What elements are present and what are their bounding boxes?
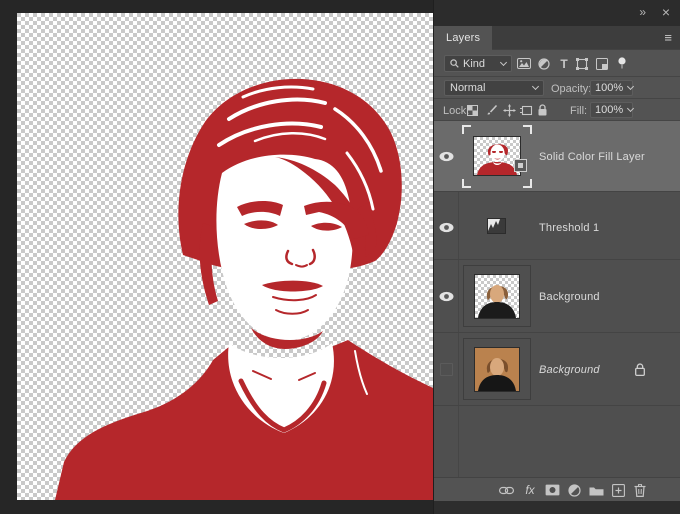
- kind-filter-dropdown[interactable]: Kind: [444, 55, 512, 72]
- kind-filter-value: Kind: [463, 58, 497, 70]
- blend-mode-value: Normal: [450, 82, 529, 94]
- chevron-down-icon: [532, 83, 539, 90]
- new-layer-icon[interactable]: [610, 483, 626, 497]
- photoshop-window: » × Layers ≡ Kind T: [0, 0, 680, 514]
- layer-lock-icon: [634, 363, 646, 377]
- visibility-eye-icon[interactable]: [439, 222, 454, 233]
- lock-artboard-icon[interactable]: [519, 103, 534, 117]
- chevron-down-icon: [627, 83, 634, 90]
- adjustment-layer-filter-icon[interactable]: [536, 56, 552, 71]
- layer-thumbnail[interactable]: [474, 274, 520, 319]
- opacity-value: 100%: [595, 82, 623, 94]
- shape-layer-filter-icon[interactable]: [574, 56, 590, 71]
- new-group-icon[interactable]: [588, 483, 604, 497]
- layer-row-background-copy[interactable]: Background: [434, 260, 680, 333]
- visibility-eye-icon[interactable]: [439, 151, 454, 162]
- opacity-field[interactable]: 100%: [590, 80, 633, 96]
- lock-pixels-brush-icon[interactable]: [484, 103, 499, 117]
- smart-object-filter-icon[interactable]: [594, 56, 610, 71]
- blend-mode-dropdown[interactable]: Normal: [444, 80, 544, 96]
- threshold-portrait-image: [17, 13, 433, 500]
- frame-corner: [523, 125, 532, 134]
- layer-row-background-locked[interactable]: Background: [434, 333, 680, 406]
- fill-label: Fill:: [570, 104, 587, 118]
- link-layers-icon[interactable]: [498, 483, 514, 497]
- layer-row-solid-color-fill[interactable]: Solid Color Fill Layer: [434, 121, 680, 192]
- fill-value: 100%: [595, 104, 623, 116]
- lock-transparency-icon[interactable]: [465, 103, 480, 117]
- layer-name[interactable]: Background: [539, 291, 600, 303]
- fill-field[interactable]: 100%: [590, 102, 633, 118]
- opacity-label: Opacity:: [551, 82, 591, 96]
- panel-tab-bar: Layers ≡: [434, 26, 680, 50]
- tab-layers[interactable]: Layers: [434, 26, 492, 50]
- lock-all-icon[interactable]: [535, 103, 550, 117]
- threshold-adjustment-icon[interactable]: [487, 218, 506, 234]
- layer-row-threshold[interactable]: Threshold 1: [434, 192, 680, 260]
- close-panel-icon[interactable]: ×: [662, 4, 670, 20]
- document-canvas[interactable]: [17, 13, 433, 500]
- add-mask-icon[interactable]: [544, 483, 560, 497]
- layer-thumbnail-frame: [463, 338, 531, 400]
- chevron-down-icon: [500, 58, 507, 65]
- pixel-layer-filter-icon[interactable]: [516, 56, 532, 71]
- visibility-eye-icon[interactable]: [439, 291, 454, 302]
- layer-thumbnail-selection-frame: [462, 125, 532, 188]
- panel-menu-icon[interactable]: ≡: [664, 30, 672, 45]
- panel-bottom-edge: [434, 501, 680, 514]
- layer-name[interactable]: Solid Color Fill Layer: [539, 151, 645, 163]
- chevron-down-icon: [627, 105, 634, 112]
- layers-panel-toolbar: fx: [434, 477, 680, 501]
- layers-panel: » × Layers ≡ Kind T: [433, 0, 680, 514]
- type-layer-filter-icon[interactable]: T: [556, 56, 572, 71]
- fill-layer-badge-icon: [514, 159, 527, 172]
- collapse-panel-icon[interactable]: »: [639, 5, 646, 19]
- lock-position-move-icon[interactable]: [502, 103, 517, 117]
- search-icon: [450, 59, 459, 68]
- filter-toggle-icon[interactable]: [614, 56, 630, 71]
- filter-bar: Kind T: [434, 50, 680, 77]
- layer-name[interactable]: Background: [539, 364, 600, 376]
- lock-bar: Lock: Fill: 100%: [434, 99, 680, 121]
- blend-bar: Normal Opacity: 100%: [434, 77, 680, 99]
- adjustment-layer-icon[interactable]: [566, 483, 582, 497]
- layer-style-icon[interactable]: fx: [522, 483, 538, 497]
- layer-name[interactable]: Threshold 1: [539, 222, 599, 234]
- layer-thumbnail[interactable]: [474, 347, 520, 392]
- visibility-toggle-empty[interactable]: [440, 363, 453, 376]
- layer-thumbnail-frame: [463, 265, 531, 327]
- frame-corner: [462, 179, 471, 188]
- frame-corner: [523, 179, 532, 188]
- layers-list: Solid Color Fill Layer Threshold 1: [434, 121, 680, 477]
- delete-layer-icon[interactable]: [632, 483, 648, 497]
- panel-dock-header: » ×: [434, 0, 680, 26]
- frame-corner: [462, 125, 471, 134]
